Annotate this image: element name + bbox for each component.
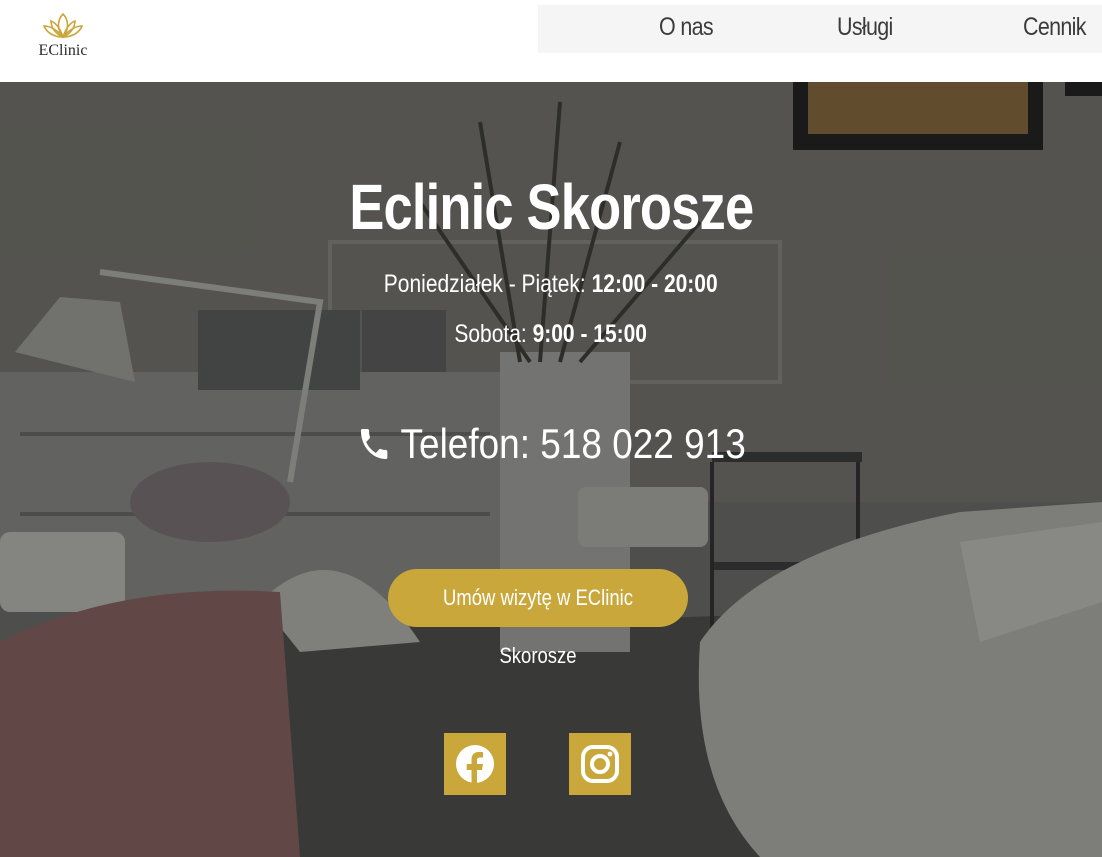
book-appointment-button[interactable]: Umów wizytę w EClinic Skorosze	[388, 569, 688, 668]
page-title: Eclinic Skorosze	[349, 171, 754, 243]
facebook-icon	[456, 745, 494, 784]
logo[interactable]: EClinic	[30, 10, 96, 66]
main-nav: O nas Usługi Cennik	[538, 5, 1102, 53]
nav-item-o-nas[interactable]: O nas	[659, 13, 714, 42]
nav-item-uslugi[interactable]: Usługi	[837, 13, 893, 42]
instagram-icon	[581, 745, 619, 783]
facebook-button[interactable]	[444, 733, 506, 795]
instagram-button[interactable]	[569, 733, 631, 795]
saturday-hours: Sobota: 9:00 - 15:00	[0, 320, 1102, 349]
lotus-icon	[42, 12, 84, 39]
saturday-label: Sobota:	[454, 320, 528, 348]
saturday-time: 9:00 - 15:00	[532, 320, 648, 348]
phone-icon	[360, 429, 388, 459]
hero-section: Eclinic Skorosze Poniedziałek - Piątek: …	[0, 82, 1102, 857]
phone-text: Telefon: 518 022 913	[400, 420, 746, 467]
nav-item-cennik[interactable]: Cennik	[1023, 13, 1086, 42]
weekday-label: Poniedziałek - Piątek:	[384, 270, 587, 298]
logo-text: EClinic	[38, 42, 88, 59]
weekday-hours: Poniedziałek - Piątek: 12:00 - 20:00	[0, 270, 1102, 299]
weekday-time: 12:00 - 20:00	[591, 270, 718, 298]
site-header: EClinic O nas Usługi Cennik	[0, 0, 1102, 82]
phone-number[interactable]: Telefon: 518 022 913	[0, 420, 1102, 474]
